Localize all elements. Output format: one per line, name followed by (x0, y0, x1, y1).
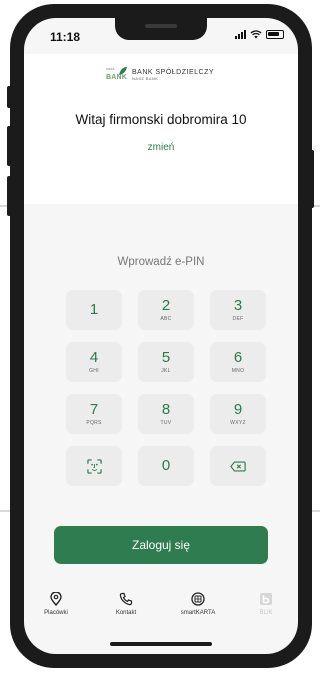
key-9[interactable]: 9 WXYZ (210, 394, 266, 434)
key-4[interactable]: 4 GHI (66, 342, 122, 382)
nav-item-kontakt[interactable]: Kontakt (96, 592, 156, 616)
header-card: nasz BANK BANK SPÓŁDZIELCZY NASZ BANK Wi… (24, 54, 298, 204)
phone-icon (119, 592, 133, 606)
signal-icon (235, 30, 246, 39)
phone-screen: 11:18 nasz BANK BANK SPÓŁDZIELCZY NASZ B… (24, 18, 298, 654)
nav-label-placowki: Placówki (44, 610, 68, 616)
nav-item-smartkarta[interactable]: smartKARTA (168, 592, 228, 616)
biometric-button[interactable] (66, 446, 122, 486)
bank-subtitle: NASZ BANK (132, 76, 159, 81)
bank-logo-text: BANK SPÓŁDZIELCZY NASZ BANK (132, 69, 214, 81)
battery-icon (266, 30, 284, 39)
status-icons (235, 30, 284, 39)
status-time: 11:18 (50, 30, 81, 44)
nav-label-smartkarta: smartKARTA (180, 610, 216, 616)
leaf-icon (119, 67, 127, 75)
backspace-icon (230, 460, 246, 472)
nav-item-placowki[interactable]: Placówki (26, 592, 86, 616)
login-button[interactable]: Zaloguj się (54, 526, 268, 564)
status-bar: 11:18 (24, 18, 298, 54)
key-6[interactable]: 6 MNO (210, 342, 266, 382)
key-3[interactable]: 3 DEF (210, 290, 266, 330)
bank-logo: nasz BANK BANK SPÓŁDZIELCZY NASZ BANK (106, 66, 214, 84)
key-7[interactable]: 7 PQRS (66, 394, 122, 434)
change-user-link[interactable]: zmień (24, 142, 298, 153)
nav-item-blik[interactable]: BLIK (236, 592, 296, 616)
bottom-nav: Placówki Kontakt smartKARTA BLIK (24, 592, 298, 632)
pin-prompt: Wprowadź e-PIN (117, 256, 205, 268)
wifi-icon (250, 30, 262, 39)
greeting-text: Witaj firmonski dobromira 10 (75, 112, 247, 127)
key-1[interactable]: 1 (66, 290, 122, 330)
key-8[interactable]: 8 TUV (138, 394, 194, 434)
nav-label-kontakt: Kontakt (115, 610, 137, 616)
location-pin-icon (50, 592, 62, 606)
bank-name: BANK SPÓŁDZIELCZY (132, 69, 215, 76)
delete-button[interactable] (210, 446, 266, 486)
key-5[interactable]: 5 JKL (138, 342, 194, 382)
key-0[interactable]: 0 (138, 446, 194, 486)
key-2[interactable]: 2 ABC (138, 290, 194, 330)
smartkarta-icon (191, 592, 205, 606)
face-id-icon (86, 458, 102, 474)
home-indicator (110, 642, 212, 646)
blik-icon (260, 593, 272, 605)
speaker-grille (145, 24, 177, 28)
bank-logo-mark: nasz BANK (106, 66, 128, 81)
phone-frame: 11:18 nasz BANK BANK SPÓŁDZIELCZY NASZ B… (10, 4, 312, 668)
notch (115, 18, 207, 40)
nav-label-blik: BLIK (259, 610, 273, 616)
